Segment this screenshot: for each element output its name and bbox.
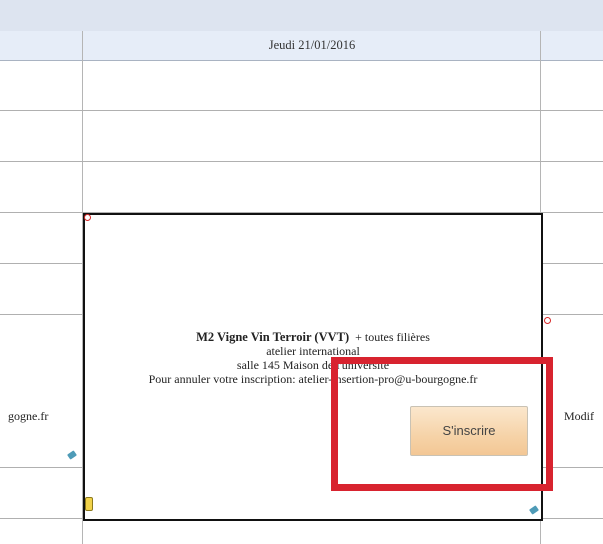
resize-handle-icon[interactable] bbox=[544, 317, 551, 324]
highlight-frame bbox=[331, 357, 553, 491]
grid-row-divider bbox=[0, 110, 603, 111]
grid-row-divider bbox=[0, 161, 603, 162]
event-title: M2 Vigne Vin Terroir (VVT) bbox=[196, 330, 350, 344]
left-cell-fragment: gogne.fr bbox=[8, 409, 49, 423]
top-bar bbox=[0, 0, 603, 31]
event-line-2: atelier international bbox=[266, 344, 360, 358]
event-title-line: M2 Vigne Vin Terroir (VVT) + toutes fili… bbox=[85, 330, 541, 344]
resize-handle-icon[interactable] bbox=[84, 214, 91, 221]
drag-handle-icon[interactable] bbox=[85, 497, 93, 511]
day-header: Jeudi 21/01/2016 bbox=[268, 38, 356, 52]
note-icon[interactable] bbox=[67, 450, 77, 460]
calendar-header: Jeudi 21/01/2016 bbox=[0, 31, 603, 61]
right-cell-fragment: Modif bbox=[564, 409, 594, 423]
event-title-suffix: + toutes filières bbox=[355, 330, 430, 344]
